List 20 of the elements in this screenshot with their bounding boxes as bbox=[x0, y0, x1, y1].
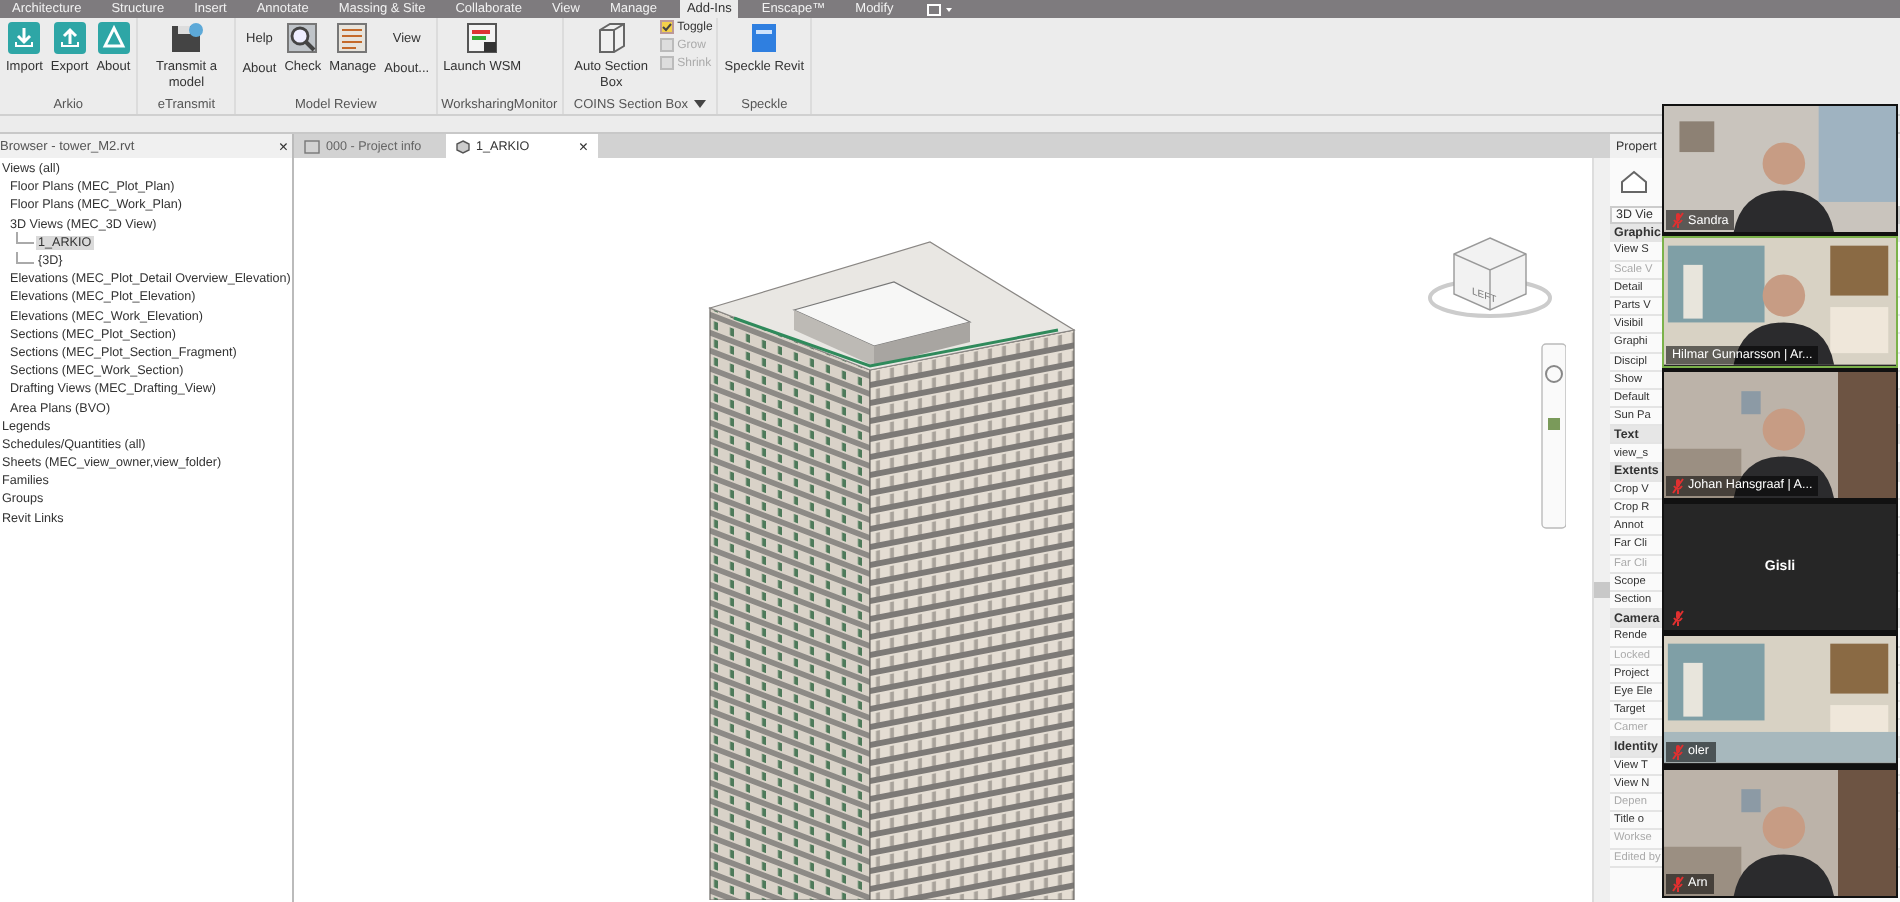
sheet-icon bbox=[304, 139, 320, 153]
triangle-icon bbox=[97, 22, 130, 54]
close-button[interactable]: × bbox=[274, 137, 292, 155]
house-icon bbox=[1620, 170, 1648, 194]
chart-window-icon bbox=[466, 22, 499, 54]
cube-icon bbox=[456, 139, 470, 153]
magnifier-icon bbox=[286, 22, 319, 54]
checkmark-icon bbox=[659, 20, 674, 34]
download-icon bbox=[8, 22, 41, 54]
scrollbar[interactable] bbox=[1592, 158, 1610, 902]
upload-icon bbox=[53, 22, 86, 54]
list-icon bbox=[336, 22, 369, 54]
window-menu-icon[interactable] bbox=[925, 3, 954, 15]
square-icon bbox=[659, 38, 674, 52]
cube-icon bbox=[595, 22, 628, 54]
square-icon bbox=[659, 56, 674, 70]
document-icon bbox=[750, 22, 779, 54]
close-button[interactable]: × bbox=[578, 137, 588, 155]
navigation-bar[interactable] bbox=[1541, 343, 1566, 529]
caret-icon[interactable] bbox=[693, 100, 706, 108]
